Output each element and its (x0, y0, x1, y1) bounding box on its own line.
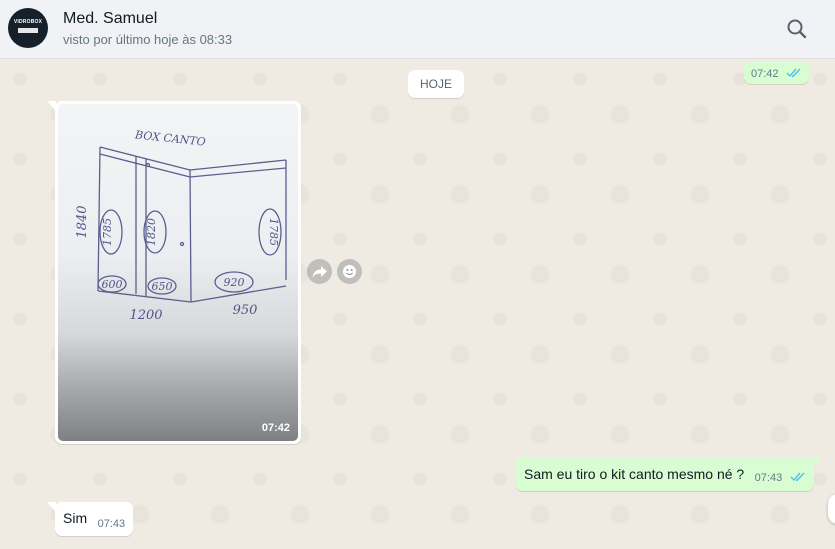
search-icon (787, 19, 807, 39)
sketch-label: 1820 (145, 218, 158, 246)
message-text: Sam eu tiro o kit canto mesmo né ? (524, 466, 745, 482)
message-meta: 07:43 (755, 457, 806, 498)
incoming-message[interactable]: Sim 07:43 (47, 502, 134, 536)
sketch-drawing: BOX CANTO 1840 1785 1820 1785 600 650 920 1200 95… (75, 128, 287, 323)
outgoing-message-top[interactable]: 07:42 (744, 62, 809, 84)
image-message[interactable]: BOX CANTO 1840 1785 1820 1785 600 650 920 1200 95… (47, 101, 301, 444)
outgoing-message[interactable]: Sam eu tiro o kit canto mesmo né ? 07:43 (516, 457, 822, 491)
avatar-logo-text: VIDROBOX (13, 19, 43, 25)
chat-area[interactable]: 07:42 HOJE BOX CANTO 1840 1785 1820 1785… (0, 59, 835, 549)
sketch-label: 650 (152, 280, 173, 293)
sketch-label: 600 (102, 278, 123, 291)
sketch-label: 950 (233, 303, 258, 318)
image-time: 07:42 (261, 422, 290, 434)
message-time: 07:42 (751, 68, 779, 80)
bubble-tail (812, 457, 822, 467)
message-meta: 07:43 (98, 502, 126, 545)
bubble-tail (47, 101, 56, 111)
sketch-label: 1785 (267, 218, 280, 246)
avatar-logo-bar (18, 28, 38, 33)
forward-button[interactable] (307, 259, 332, 284)
react-button[interactable] (337, 259, 362, 284)
sketch-title: BOX CANTO (133, 128, 206, 148)
bubble-tail (47, 502, 56, 512)
contact-name[interactable]: Med. Samuel (63, 10, 157, 28)
scroll-down-button[interactable] (828, 494, 835, 524)
last-seen-status: visto por último hoje às 08:33 (63, 32, 233, 47)
contact-avatar[interactable]: VIDROBOX (8, 8, 48, 48)
sketch-photo[interactable]: BOX CANTO 1840 1785 1820 1785 600 650 920 1200 95… (58, 104, 298, 441)
sketch-label: 1840 (75, 205, 90, 238)
message-time: 07:43 (97, 518, 126, 530)
sketch-label: 920 (224, 276, 245, 289)
sketch-label: 1200 (129, 308, 162, 323)
emoji-icon (343, 265, 356, 278)
date-divider: HOJE (408, 70, 465, 98)
double-check-icon (790, 472, 805, 482)
message-text: Sim (63, 510, 88, 526)
forward-icon (312, 266, 327, 278)
chat-header: VIDROBOX Med. Samuel visto por último ho… (0, 0, 835, 59)
search-button[interactable] (784, 16, 810, 42)
double-check-icon (786, 68, 801, 78)
sketch-label: 1785 (101, 218, 114, 246)
message-time: 07:43 (754, 472, 783, 484)
